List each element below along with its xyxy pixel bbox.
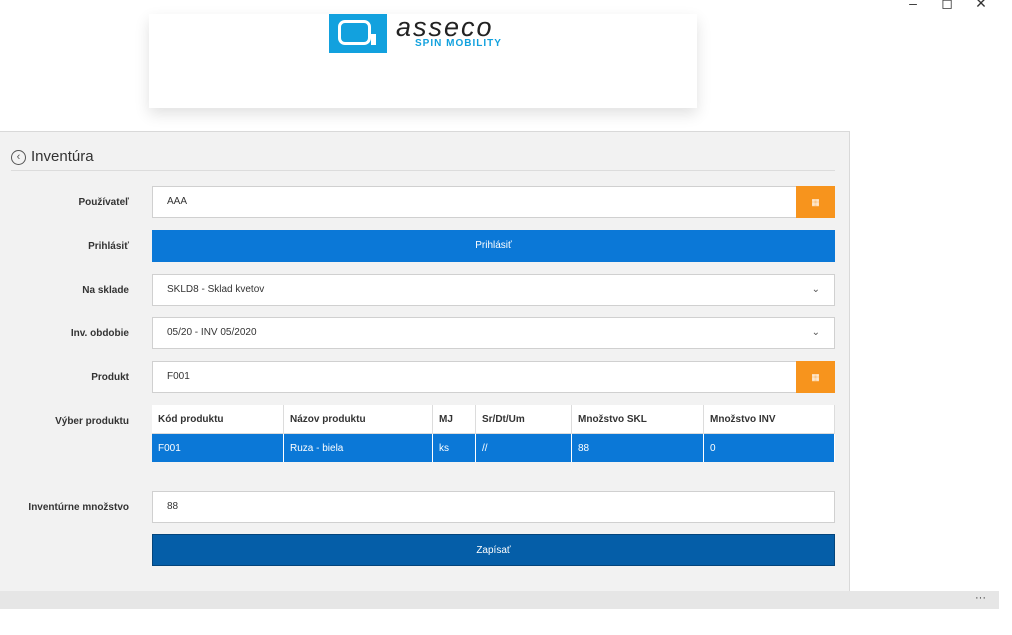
logo-subtitle: SPIN MOBILITY bbox=[415, 38, 502, 49]
warehouse-select[interactable]: SKLD8 - Sklad kvetov ⌄ bbox=[152, 274, 835, 306]
column-header[interactable]: Množstvo SKL bbox=[571, 405, 704, 434]
qr-scan-button[interactable]: ▦ bbox=[796, 361, 835, 393]
column-header[interactable]: Kód produktu bbox=[152, 405, 284, 434]
table-cell: 0 bbox=[703, 433, 835, 462]
save-button[interactable]: Zapísať bbox=[152, 534, 835, 566]
table-row[interactable]: F001 Ruza - biela ks // 88 0 bbox=[152, 433, 835, 462]
period-value: 05/20 - INV 05/2020 bbox=[167, 327, 257, 338]
page-title: Inventúra bbox=[31, 148, 94, 165]
quantity-input[interactable]: 88 bbox=[152, 491, 835, 523]
column-header[interactable]: Množstvo INV bbox=[703, 405, 835, 434]
table-cell: ks bbox=[432, 433, 476, 462]
back-icon[interactable]: ‹ bbox=[11, 150, 26, 165]
logo-card: asseco SPIN MOBILITY bbox=[149, 12, 697, 108]
period-select[interactable]: 05/20 - INV 05/2020 ⌄ bbox=[152, 317, 835, 349]
warehouse-label: Na sklade bbox=[82, 285, 129, 296]
chevron-down-icon: ⌄ bbox=[811, 327, 820, 338]
table-cell: 88 bbox=[571, 433, 704, 462]
product-table: Kód produktu Názov produktu MJ Sr/Dt/Um … bbox=[152, 405, 835, 462]
login-label: Prihlásiť bbox=[88, 241, 129, 252]
minimize-button[interactable]: – bbox=[903, 0, 923, 10]
qr-icon: ▦ bbox=[811, 197, 820, 207]
table-cell: F001 bbox=[152, 433, 284, 462]
product-input[interactable]: F001 bbox=[152, 361, 797, 393]
status-bar bbox=[0, 591, 999, 609]
chevron-down-icon: ⌄ bbox=[811, 284, 820, 295]
selection-label: Výber produktu bbox=[55, 416, 129, 427]
login-button[interactable]: Prihlásiť bbox=[152, 230, 835, 262]
asseco-logo-icon bbox=[329, 14, 387, 53]
table-cell: Ruza - biela bbox=[283, 433, 433, 462]
warehouse-value: SKLD8 - Sklad kvetov bbox=[167, 284, 265, 295]
user-input[interactable]: AAA bbox=[152, 186, 797, 218]
qr-icon: ▦ bbox=[811, 372, 820, 382]
table-header-row: Kód produktu Názov produktu MJ Sr/Dt/Um … bbox=[152, 405, 835, 434]
column-header[interactable]: MJ bbox=[432, 405, 476, 434]
qr-scan-button[interactable]: ▦ bbox=[796, 186, 835, 218]
product-label: Produkt bbox=[91, 372, 129, 383]
table-cell: // bbox=[475, 433, 572, 462]
more-options-icon[interactable]: ··· bbox=[975, 592, 986, 604]
column-header[interactable]: Sr/Dt/Um bbox=[475, 405, 572, 434]
maximize-button[interactable]: ◻ bbox=[937, 0, 957, 10]
user-label: Používateľ bbox=[78, 197, 129, 208]
column-header[interactable]: Názov produktu bbox=[283, 405, 433, 434]
close-button[interactable]: ✕ bbox=[971, 0, 991, 10]
quantity-label: Inventúrne množstvo bbox=[28, 502, 129, 513]
page-header: ‹ Inventúra bbox=[11, 148, 835, 171]
period-label: Inv. obdobie bbox=[70, 328, 129, 339]
